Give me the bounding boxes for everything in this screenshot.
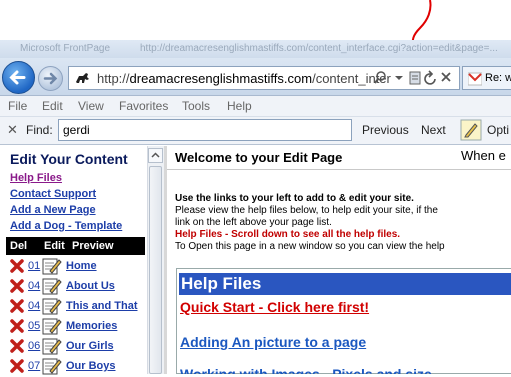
- url-prefix: http://: [97, 71, 130, 86]
- arrow-right-icon: [43, 72, 58, 85]
- intro-line: Use the links to your left to add to & e…: [175, 193, 414, 204]
- help-files-heading: Help Files: [181, 274, 262, 293]
- row-number-link[interactable]: 04: [28, 300, 40, 312]
- row-preview-link[interactable]: Home: [66, 260, 97, 272]
- search-icon: [374, 71, 386, 84]
- find-label: Find:: [26, 123, 53, 137]
- help-instructions-line: Please view the help files below, to hel…: [175, 205, 438, 216]
- refresh-icon: [424, 70, 436, 85]
- delete-x-icon[interactable]: [10, 279, 24, 293]
- menu-view[interactable]: View: [78, 99, 104, 113]
- table-row: 04 This and That: [6, 296, 145, 317]
- find-options-label: Opti: [487, 123, 510, 137]
- row-number-link[interactable]: 01: [28, 260, 40, 272]
- row-preview-link[interactable]: Our Boys: [66, 360, 116, 372]
- help-files-note: Help Files - Scroll down to see all the …: [175, 229, 401, 240]
- stop-icon: [441, 72, 451, 82]
- url-domain: dreamacresenglishmastiffs.com: [129, 71, 313, 86]
- page-table-header: Del Edit Preview: [6, 237, 145, 255]
- delete-x-icon[interactable]: [10, 359, 24, 373]
- edit-page-icon[interactable]: [41, 316, 63, 336]
- highlight-pencil-icon: [460, 119, 482, 141]
- row-number-link[interactable]: 04: [28, 280, 40, 292]
- edit-page-icon[interactable]: [41, 276, 63, 296]
- menu-favorites[interactable]: Favorites: [119, 99, 168, 113]
- edit-page-icon[interactable]: [41, 296, 63, 316]
- help-instructions-line-2: link on the left above your page list.: [175, 217, 332, 228]
- row-preview-link[interactable]: About Us: [66, 280, 115, 292]
- browser-tab[interactable]: Re: w: [462, 66, 511, 90]
- page-title: Welcome to your Edit Page: [175, 150, 343, 165]
- row-number-link[interactable]: 05: [28, 320, 40, 332]
- quick-start-link[interactable]: Quick Start - Click here first!: [180, 299, 369, 315]
- add-new-page-link[interactable]: Add a New Page: [10, 204, 96, 216]
- menu-help[interactable]: Help: [227, 99, 252, 113]
- menu-file[interactable]: File: [8, 99, 27, 113]
- new-window-note: To Open this page in a new window so you…: [175, 241, 445, 252]
- table-row: 06 Our Girls: [6, 336, 145, 357]
- find-options-button[interactable]: Opti: [458, 119, 511, 141]
- find-previous-button[interactable]: Previous: [362, 123, 409, 137]
- contact-support-link[interactable]: Contact Support: [10, 188, 96, 200]
- menu-edit[interactable]: Edit: [42, 99, 63, 113]
- forward-button[interactable]: [38, 66, 63, 91]
- scroll-up-button[interactable]: [148, 148, 163, 163]
- working-with-images-link[interactable]: Working with Images - Pixels and size: [180, 366, 432, 374]
- delete-x-icon[interactable]: [10, 299, 24, 313]
- address-bar[interactable]: http://dreamacresenglishmastiffs.com/con…: [68, 66, 460, 90]
- frame-divider[interactable]: [164, 146, 167, 374]
- help-files-link[interactable]: Help Files: [10, 172, 62, 184]
- find-next-button[interactable]: Next: [421, 123, 446, 137]
- edit-page-icon[interactable]: [41, 356, 63, 376]
- delete-x-icon[interactable]: [10, 319, 24, 333]
- help-files-header: Help Files: [179, 273, 511, 295]
- menu-tools[interactable]: Tools: [182, 99, 210, 113]
- table-row: 01 Home: [6, 256, 145, 277]
- table-row: 04 About Us: [6, 276, 145, 297]
- dropdown-icon: [395, 76, 403, 80]
- chevron-up-icon: [151, 152, 160, 158]
- left-panel-title: Edit Your Content: [10, 151, 128, 167]
- gmail-icon: [468, 72, 482, 86]
- window-title-strip: Microsoft FrontPage http://dreamacreseng…: [0, 40, 511, 58]
- tab-title: Re: w: [485, 72, 511, 84]
- title-strip-text-2: http://dreamacresenglishmastiffs.com/con…: [140, 43, 498, 54]
- scroll-thumb[interactable]: [149, 166, 162, 374]
- compatibility-view-icon: [409, 71, 421, 85]
- find-input[interactable]: [58, 119, 352, 141]
- menu-bar: [0, 96, 511, 117]
- row-number-link[interactable]: 06: [28, 340, 40, 352]
- close-find-icon[interactable]: ✕: [7, 122, 18, 138]
- header-del: Del: [10, 240, 28, 252]
- row-preview-link[interactable]: This and That: [66, 300, 138, 312]
- arrow-left-icon: [9, 70, 26, 85]
- edit-page-icon[interactable]: [41, 256, 63, 276]
- delete-x-icon[interactable]: [10, 259, 24, 273]
- header-side-text: When e: [461, 148, 506, 163]
- table-row: 05 Memories: [6, 316, 145, 337]
- table-row: 07 Our Boys: [6, 356, 145, 377]
- row-preview-link[interactable]: Our Girls: [66, 340, 114, 352]
- edit-page-icon[interactable]: [41, 336, 63, 356]
- row-preview-link[interactable]: Memories: [66, 320, 117, 332]
- row-number-link[interactable]: 07: [28, 360, 40, 372]
- delete-x-icon[interactable]: [10, 339, 24, 353]
- title-strip-text-1: Microsoft FrontPage: [20, 43, 111, 54]
- back-button[interactable]: [2, 61, 35, 94]
- site-favicon-dog-icon: [76, 73, 89, 83]
- address-url: http://dreamacresenglishmastiffs.com/con…: [97, 71, 391, 86]
- add-dog-template-link[interactable]: Add a Dog - Template: [10, 220, 122, 232]
- adding-picture-link[interactable]: Adding An picture to a page: [180, 334, 366, 350]
- address-bar-buttons: [374, 70, 451, 85]
- header-edit: Edit: [44, 240, 65, 252]
- header-preview: Preview: [72, 240, 114, 252]
